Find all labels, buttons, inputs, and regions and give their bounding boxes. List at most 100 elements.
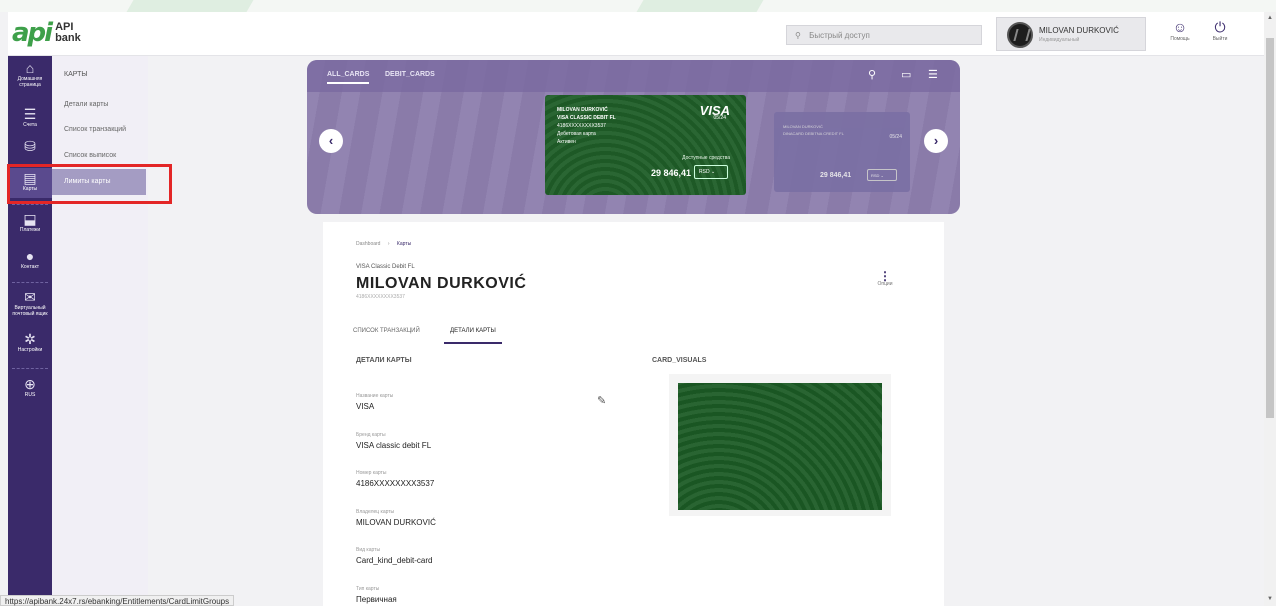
help-label: Помощь: [1170, 36, 1190, 42]
field-card-number: Номер карты 4186XXXXXXXX3537: [356, 470, 434, 488]
cards-submenu: КАРТЫ Детали карты Список транзакций Спи…: [52, 56, 148, 606]
scroll-up-arrow-icon[interactable]: ▲: [1267, 15, 1273, 21]
sidebar-item-mailbox[interactable]: ✉ Виртуальный почтовый ящик: [8, 289, 52, 317]
field-value: Card_kind_debit-card: [356, 556, 433, 565]
sidebar-divider: [12, 282, 48, 283]
carousel-next-button[interactable]: ›: [924, 129, 948, 153]
scroll-down-arrow-icon[interactable]: ▼: [1267, 596, 1273, 602]
card-product-subtitle: VISA Classic Debit FL: [356, 264, 415, 270]
app-header: api API bank ⚲ Быстрый доступ MILOVAN DU…: [8, 12, 1264, 56]
card-balance: 29 846,41: [820, 172, 852, 179]
sidebar-item-label: Виртуальный почтовый ящик: [12, 305, 48, 317]
sidebar-item-label: Счета: [23, 122, 37, 128]
field-label: Бренд карты: [356, 432, 386, 438]
logo-text-bank: bank: [55, 32, 81, 44]
breadcrumb-dashboard[interactable]: Dashboard: [356, 241, 380, 247]
field-label: Тип карты: [356, 586, 380, 592]
available-funds-label: Доступные средства: [682, 155, 730, 161]
search-icon[interactable]: ⚲: [868, 68, 876, 81]
field-card-type: Тип карты Первичная: [356, 586, 397, 604]
power-icon: ⏻: [1214, 19, 1226, 35]
sidebar-item-accounts[interactable]: ☰ Счета: [8, 106, 52, 128]
field-card-name: Название карты VISA: [356, 393, 393, 411]
sidebar-divider: [12, 204, 48, 205]
gear-icon: ✲: [24, 331, 36, 347]
edit-icon[interactable]: ✎: [597, 394, 606, 407]
submenu-statement-list[interactable]: Список выписок: [64, 152, 116, 159]
sidebar-item-payments[interactable]: ⬓ Платежи: [8, 211, 52, 233]
card-expiry: 05/24: [889, 134, 902, 140]
breadcrumb-cards[interactable]: Карты: [397, 241, 411, 247]
user-profile-box[interactable]: MILOVAN DURKOVIĆ Индивидуальный: [996, 17, 1146, 51]
main-sidebar: ⌂ Домашняя страница ☰ Счета ⛁ ▤ Карты ⬓ …: [8, 56, 52, 606]
sidebar-item-label: Настройки: [17, 347, 43, 353]
sidebar-item-exchange[interactable]: ⛁: [8, 138, 52, 154]
submenu-card-details[interactable]: Детали карты: [64, 101, 108, 108]
field-value: MILOVAN DURKOVIĆ: [356, 518, 436, 527]
field-card-owner: Владелец карты MILOVAN DURKOVIĆ: [356, 509, 436, 527]
currency-select[interactable]: RSD ⌄: [867, 169, 897, 181]
card-holder: MILOVAN DURKOVIĆ: [557, 107, 608, 113]
field-label: Вид карты: [356, 547, 381, 553]
field-card-kind: Вид карты Card_kind_debit-card: [356, 547, 433, 565]
user-name: MILOVAN DURKOVIĆ: [1039, 26, 1119, 35]
red-highlight-box: [7, 164, 172, 204]
field-label: Название карты: [356, 393, 394, 399]
tab-transaction-list[interactable]: СПИСОК ТРАНЗАКЦИЙ: [353, 328, 420, 334]
card-balance: 29 846,41: [651, 168, 692, 178]
card-pan: 4186XXXXXXXX3537: [557, 123, 606, 129]
sidebar-item-label: Контакт: [20, 264, 39, 270]
carousel-prev-button[interactable]: ‹: [319, 129, 343, 153]
top-decoration: [0, 0, 1276, 12]
quick-access-search[interactable]: ⚲ Быстрый доступ: [786, 25, 982, 45]
sidebar-item-home[interactable]: ⌂ Домашняя страница: [8, 60, 52, 88]
currency-select[interactable]: RSD ⌄: [694, 165, 728, 179]
card-type: Дебетовая карта: [557, 131, 596, 137]
list-icon: ☰: [23, 106, 37, 122]
field-value: VISA classic debit FL: [356, 441, 432, 450]
chevron-right-icon: ›: [933, 133, 939, 148]
card-holder: MILOVAN DURKOVIĆ: [783, 124, 823, 129]
home-icon: ⌂: [25, 60, 35, 76]
field-value: Первичная: [356, 595, 397, 604]
help-button[interactable]: ☺ Помощь: [1162, 18, 1198, 42]
sidebar-item-contact[interactable]: ● Контакт: [8, 248, 52, 270]
field-label: Номер карты: [356, 470, 387, 476]
card-status: Активен: [557, 139, 576, 145]
page-title: MILOVAN DURKOVIĆ: [356, 275, 527, 292]
page-scrollbar[interactable]: ▲ ▼: [1264, 12, 1276, 606]
sidebar-divider: [12, 368, 48, 369]
card-product: VISA CLASSIC DEBIT FL: [557, 115, 616, 121]
next-card[interactable]: MILOVAN DURKOVIĆ DINACARD DEBITNA CREDIT…: [774, 112, 910, 192]
chevron-left-icon: ‹: [328, 133, 334, 148]
logout-button[interactable]: ⏻ Выйти: [1202, 18, 1238, 42]
list-view-icon[interactable]: ☰: [928, 68, 938, 81]
card-view-icon[interactable]: ▭: [901, 68, 911, 81]
sidebar-item-language[interactable]: ⊕ RUS: [8, 376, 52, 398]
sidebar-item-settings[interactable]: ✲ Настройки: [8, 331, 52, 353]
options-button[interactable]: ⋮ Опции: [875, 269, 895, 287]
payment-icon: ⬓: [23, 211, 37, 227]
more-vertical-icon: ⋮: [879, 269, 891, 283]
api-bank-logo[interactable]: api API bank: [12, 20, 81, 46]
mail-icon: ✉: [24, 289, 36, 305]
tab-all-cards[interactable]: ALL_CARDS: [327, 71, 370, 84]
card-number-caption: 4186XXXXXXXX3537: [356, 294, 405, 300]
card-product: DINACARD DEBITNA CREDIT FL: [783, 131, 844, 136]
search-icon: ⚲: [795, 31, 801, 40]
tab-debit-cards[interactable]: DEBIT_CARDS: [385, 71, 435, 78]
selected-card[interactable]: MILOVAN DURKOVIĆ VISA CLASSIC DEBIT FL 4…: [545, 95, 746, 195]
tab-card-details[interactable]: ДЕТАЛИ КАРТЫ: [444, 328, 502, 344]
sidebar-item-label: RUS: [24, 392, 36, 398]
card-details-heading: ДЕТАЛИ КАРТЫ: [356, 357, 412, 364]
sidebar-item-label: Платежи: [19, 227, 41, 233]
card-visual-image: [678, 383, 882, 510]
submenu-transaction-list[interactable]: Список транзакций: [64, 126, 126, 133]
breadcrumb-separator: ›: [387, 241, 390, 247]
scroll-thumb[interactable]: [1266, 38, 1274, 418]
logo-mark: api: [12, 18, 53, 48]
search-placeholder: Быстрый доступ: [809, 31, 870, 40]
submenu-heading: КАРТЫ: [64, 71, 88, 78]
card-carousel: ALL_CARDS DEBIT_CARDS ⚲ ▭ ☰ ‹ › MILOVAN …: [307, 60, 960, 214]
breadcrumb: Dashboard › Карты: [356, 241, 411, 247]
